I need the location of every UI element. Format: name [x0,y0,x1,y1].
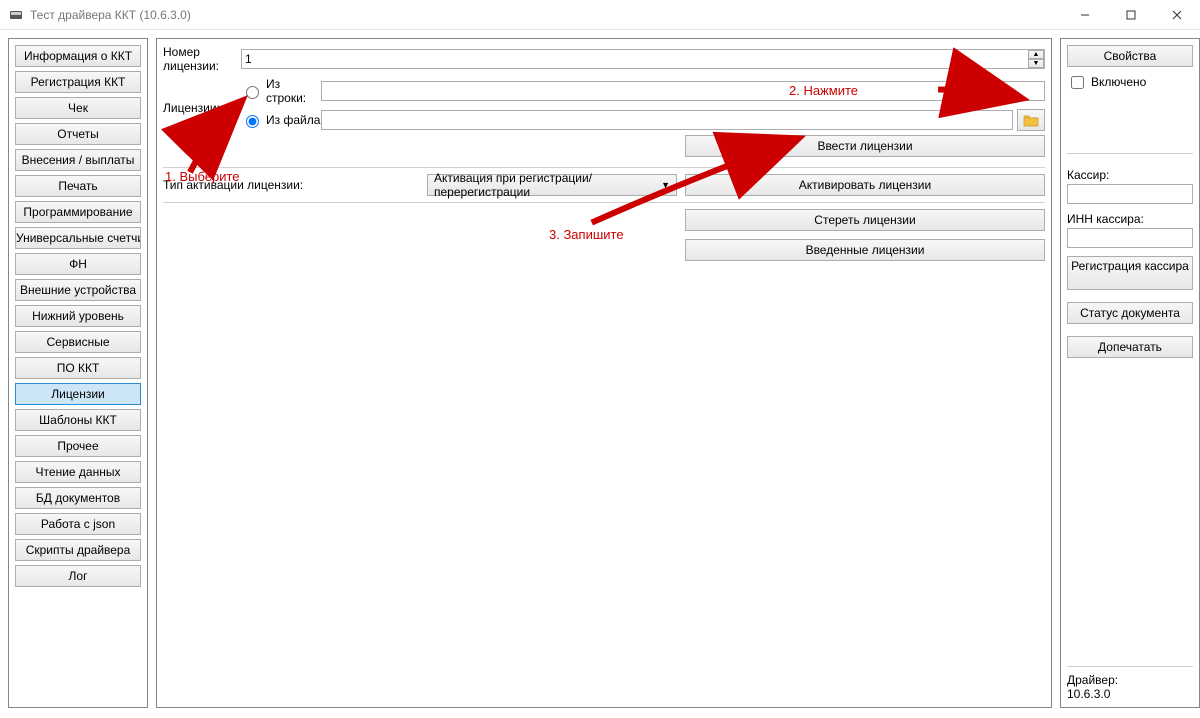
properties-button[interactable]: Свойства [1067,45,1193,67]
separator [1067,153,1193,154]
register-cashier-button[interactable]: Регистрация кассира [1067,256,1193,290]
cashier-label: Кассир: [1067,168,1193,182]
folder-icon [1023,113,1039,127]
spin-up-icon[interactable]: ▲ [1028,50,1044,59]
sidebar-item-log[interactable]: Лог [15,565,141,587]
sidebar-item-reg[interactable]: Регистрация ККТ [15,71,141,93]
right-panel: Свойства Включено Кассир: ИНН кассира: Р… [1060,38,1200,708]
app-icon [8,7,24,23]
radio-from-file[interactable] [246,115,259,128]
radio-from-file-label: Из файла [266,113,320,127]
sidebar-item-prog[interactable]: Программирование [15,201,141,223]
reprint-button[interactable]: Допечатать [1067,336,1193,358]
sidebar-item-ext[interactable]: Внешние устройства [15,279,141,301]
driver-label: Драйвер: [1067,673,1193,687]
titlebar: Тест драйвера ККТ (10.6.3.0) [0,0,1200,30]
sidebar-item-pokt[interactable]: ПО ККТ [15,357,141,379]
enabled-label: Включено [1091,75,1146,89]
enter-licenses-button[interactable]: Ввести лицензии [685,135,1045,157]
main-panel: Номер лицензии: ▲ ▼ Из строки: Лицензии: [156,38,1052,708]
close-button[interactable] [1154,0,1200,30]
license-number-label: Номер лицензии: [163,45,241,73]
separator [1067,666,1193,667]
minimize-button[interactable] [1062,0,1108,30]
cashier-inn-label: ИНН кассира: [1067,212,1193,226]
spin-down-icon[interactable]: ▼ [1028,59,1044,68]
sidebar-item-counters[interactable]: Универсальные счетчики [15,227,141,249]
license-string-input[interactable] [321,81,1045,101]
license-number-spinner[interactable]: ▲ ▼ [241,49,1045,69]
sidebar-item-reports[interactable]: Отчеты [15,123,141,145]
browse-file-button[interactable] [1017,109,1045,131]
sidebar-item-service[interactable]: Сервисные [15,331,141,353]
cashier-inn-input[interactable] [1067,228,1193,248]
sidebar-item-payments[interactable]: Внесения / выплаты [15,149,141,171]
sidebar-item-fn[interactable]: ФН [15,253,141,275]
sidebar: Информация о ККТ Регистрация ККТ Чек Отчеты… [8,38,148,708]
sidebar-item-read[interactable]: Чтение данных [15,461,141,483]
license-file-input[interactable] [321,110,1013,130]
license-number-input[interactable] [241,49,1045,69]
document-status-button[interactable]: Статус документа [1067,302,1193,324]
sidebar-item-scripts[interactable]: Скрипты драйвера [15,539,141,561]
activation-type-value: Активация при регистрации/перерегистраци… [434,171,661,199]
sidebar-item-check[interactable]: Чек [15,97,141,119]
sidebar-item-templates[interactable]: Шаблоны ККТ [15,409,141,431]
sidebar-item-print[interactable]: Печать [15,175,141,197]
activation-type-label: Тип активации лицензии: [163,178,423,192]
licenses-label-2: Лицензии: [163,101,241,115]
activate-licenses-button[interactable]: Активировать лицензии [685,174,1045,196]
enabled-checkbox[interactable] [1071,76,1084,89]
sidebar-item-other[interactable]: Прочее [15,435,141,457]
activation-type-combo[interactable]: Активация при регистрации/перерегистраци… [427,174,677,196]
erase-licenses-button[interactable]: Стереть лицензии [685,209,1045,231]
sidebar-item-db[interactable]: БД документов [15,487,141,509]
chevron-down-icon: ▼ [661,180,670,190]
window-title: Тест драйвера ККТ (10.6.3.0) [30,8,191,22]
maximize-button[interactable] [1108,0,1154,30]
entered-licenses-button[interactable]: Введенные лицензии [685,239,1045,261]
cashier-input[interactable] [1067,184,1193,204]
sidebar-item-json[interactable]: Работа с json [15,513,141,535]
separator [163,167,1045,168]
driver-version: 10.6.3.0 [1067,687,1193,701]
radio-from-string-label: Из строки: [266,77,321,105]
radio-from-string[interactable] [246,86,259,99]
sidebar-item-lower[interactable]: Нижний уровень [15,305,141,327]
sidebar-item-info[interactable]: Информация о ККТ [15,45,141,67]
sidebar-item-licenses[interactable]: Лицензии [15,383,141,405]
separator [163,202,1045,203]
annotation-layer: 1. Выберите 2. Нажмите 3. Запишите [149,31,1059,715]
